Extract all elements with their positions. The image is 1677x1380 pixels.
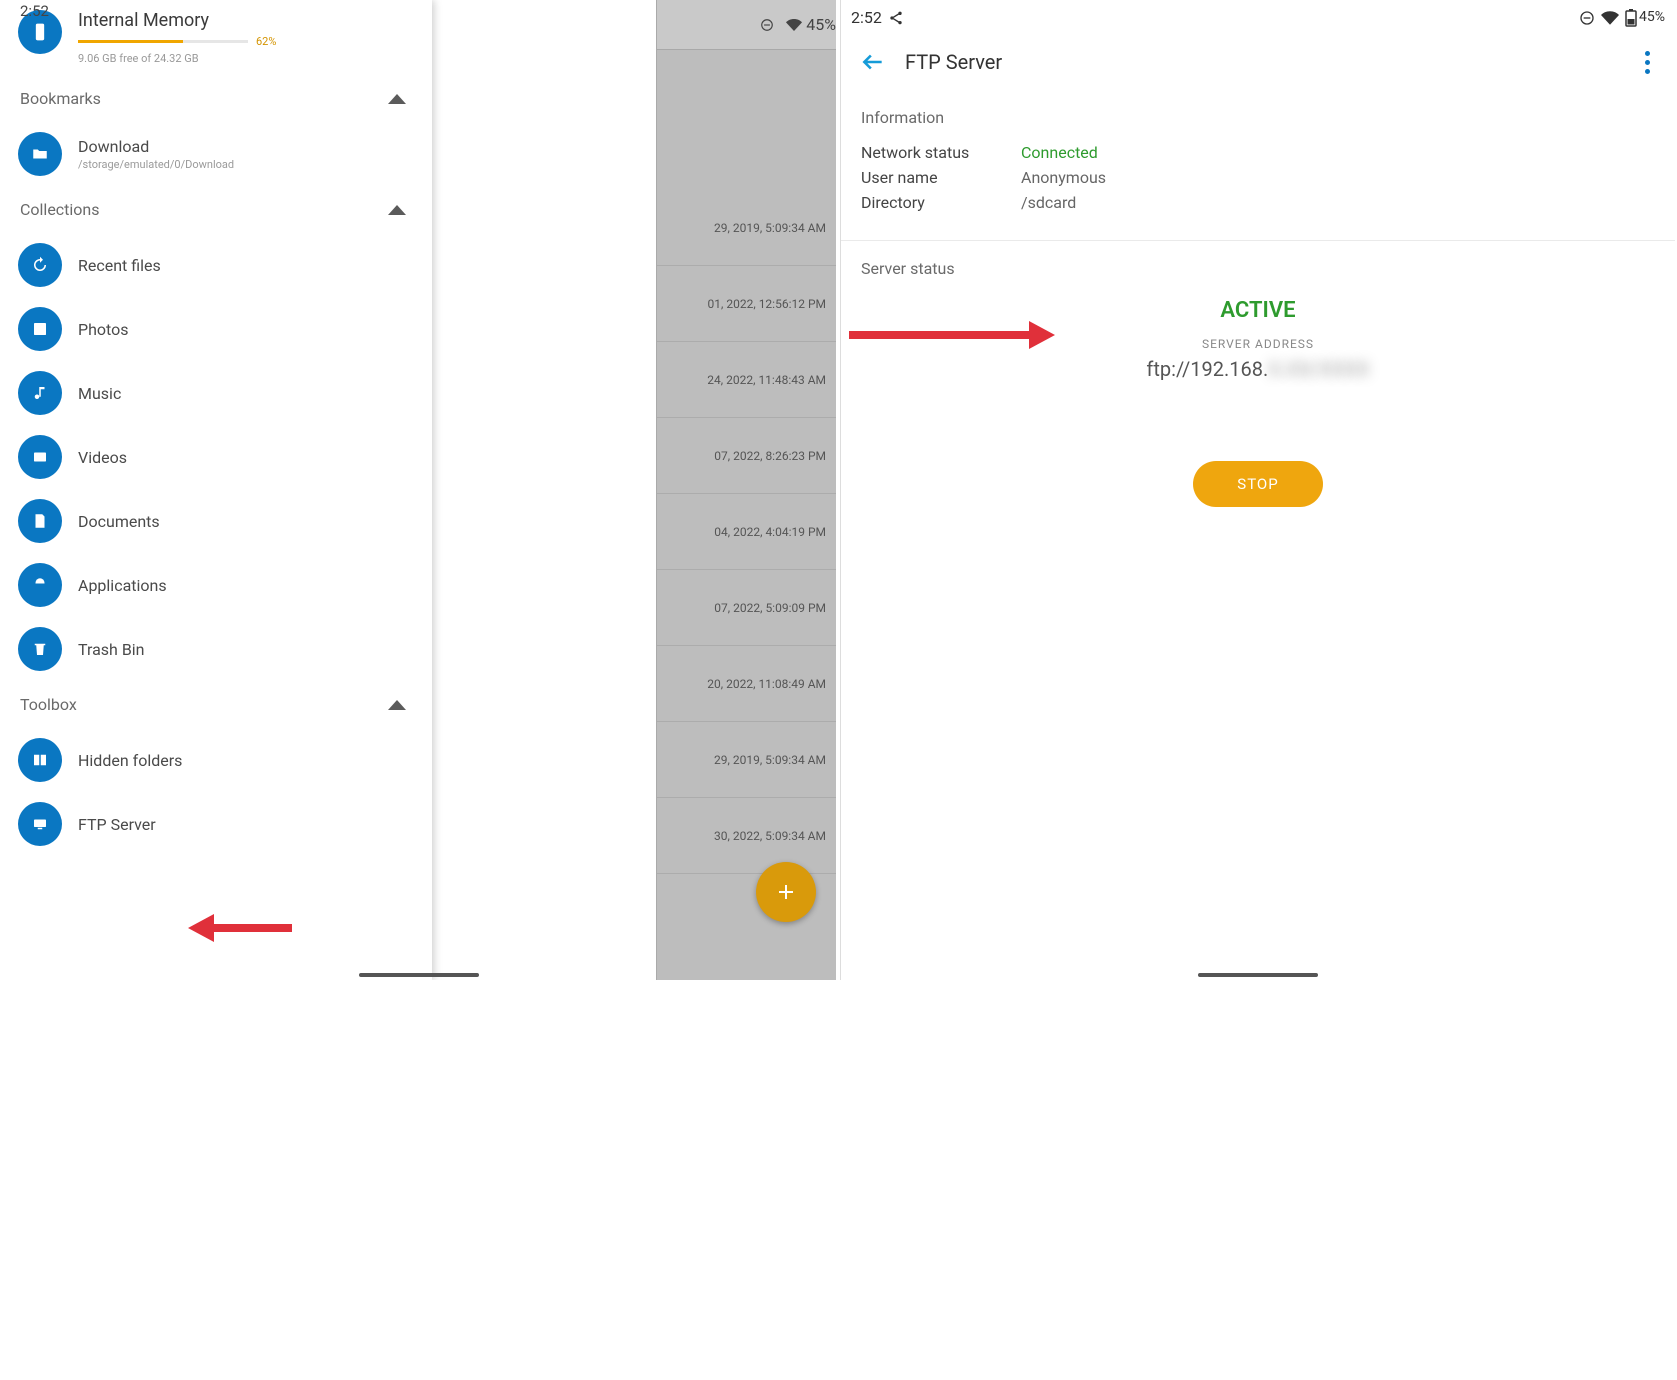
sidebar-item-videos[interactable]: Videos: [2, 425, 432, 489]
internal-memory-item[interactable]: 2:52 Internal Memory 62% 9.06 GB free of…: [2, 10, 432, 75]
sidebar-item-hidden-folders[interactable]: Hidden folders: [2, 728, 432, 792]
battery-text: 45%: [1639, 9, 1665, 25]
network-status-row: Network status Connected: [861, 143, 1655, 162]
server-status-section: Server status ACTIVE SERVER ADDRESS ftp:…: [841, 241, 1675, 525]
info-section: Information Network status Connected Use…: [841, 90, 1675, 241]
wifi-icon: [1601, 7, 1619, 27]
internal-memory-label: Internal Memory: [78, 10, 276, 31]
section-toolbox[interactable]: Toolbox: [2, 681, 432, 728]
info-heading: Information: [861, 108, 1655, 127]
file-row: 24, 2022, 11:48:43 AM: [657, 342, 836, 418]
storage-free-text: 9.06 GB free of 24.32 GB: [78, 52, 276, 65]
greyed-statusbar: 45%: [657, 0, 836, 50]
chevron-up-icon: [388, 205, 406, 215]
file-row: 29, 2019, 5:09:34 AM: [657, 190, 836, 266]
status-time: 2:52: [851, 8, 882, 27]
nav-handle[interactable]: [1198, 973, 1318, 977]
screen-title: FTP Server: [905, 50, 1635, 74]
username-row: User name Anonymous: [861, 168, 1655, 187]
server-active-label: ACTIVE: [861, 298, 1655, 323]
chevron-up-icon: [388, 94, 406, 104]
sidebar-item-documents[interactable]: Documents: [2, 489, 432, 553]
file-row: 07, 2022, 5:09:09 PM: [657, 570, 836, 646]
section-collections[interactable]: Collections: [2, 186, 432, 233]
sidebar-item-applications[interactable]: Applications: [2, 553, 432, 617]
server-icon: [18, 802, 62, 846]
storage-bar: [78, 40, 248, 43]
trash-icon: [18, 627, 62, 671]
annotation-arrow: [849, 331, 1029, 339]
share-icon: [888, 8, 904, 27]
sidebar-item-trash[interactable]: Trash Bin: [2, 617, 432, 681]
status-time: 2:52: [20, 2, 49, 20]
image-icon: [18, 307, 62, 351]
directory-row: Directory /sdcard: [861, 193, 1655, 212]
file-row: 04, 2022, 4:04:19 PM: [657, 494, 836, 570]
back-button[interactable]: [859, 48, 887, 76]
sidebar-item-ftp-server[interactable]: FTP Server: [2, 792, 432, 856]
annotation-arrow: [212, 924, 292, 932]
left-screenshot: 45% 29, 2019, 5:09:34 AM 01, 2022, 12:56…: [2, 0, 836, 980]
battery-icon: [1625, 7, 1637, 27]
file-row: 20, 2022, 11:08:49 AM: [657, 646, 836, 722]
statusbar: 2:52 45%: [841, 0, 1675, 34]
folder-icon: [18, 132, 62, 176]
nav-handle[interactable]: [359, 973, 479, 977]
right-screenshot: 2:52 45% FTP Server Information: [840, 0, 1675, 980]
storage-percent: 62%: [256, 35, 276, 48]
appbar: FTP Server: [841, 34, 1675, 90]
chevron-up-icon: [388, 700, 406, 710]
battery-text: 45%: [806, 15, 836, 34]
dnd-icon: [1579, 8, 1595, 27]
file-row: 29, 2019, 5:09:34 AM: [657, 722, 836, 798]
overflow-menu-button[interactable]: [1635, 51, 1659, 74]
music-icon: [18, 371, 62, 415]
sidebar-item-download[interactable]: Download /storage/emulated/0/Download: [2, 122, 432, 186]
sidebar-item-recent[interactable]: Recent files: [2, 233, 432, 297]
section-bookmarks[interactable]: Bookmarks: [2, 75, 432, 122]
file-row: 01, 2022, 12:56:12 PM: [657, 266, 836, 342]
greyed-file-list: 45% 29, 2019, 5:09:34 AM 01, 2022, 12:56…: [656, 0, 836, 980]
document-icon: [18, 499, 62, 543]
history-icon: [18, 243, 62, 287]
video-icon: [18, 435, 62, 479]
android-icon: [18, 563, 62, 607]
sidebar-item-photos[interactable]: Photos: [2, 297, 432, 361]
server-address-value: ftp://192.168.X.XX/XXXX: [861, 357, 1655, 381]
hidden-folder-icon: [18, 738, 62, 782]
annotation-arrowhead: [1029, 321, 1055, 349]
stop-button[interactable]: STOP: [1193, 461, 1323, 507]
file-row: 30, 2022, 5:09:34 AM: [657, 798, 836, 874]
server-address-label: SERVER ADDRESS: [861, 337, 1655, 351]
server-status-heading: Server status: [861, 259, 1655, 278]
fab-add-button[interactable]: [756, 862, 816, 922]
navigation-drawer: 2:52 Internal Memory 62% 9.06 GB free of…: [2, 0, 432, 980]
sidebar-item-music[interactable]: Music: [2, 361, 432, 425]
file-row: 07, 2022, 8:26:23 PM: [657, 418, 836, 494]
annotation-arrowhead: [188, 914, 214, 942]
